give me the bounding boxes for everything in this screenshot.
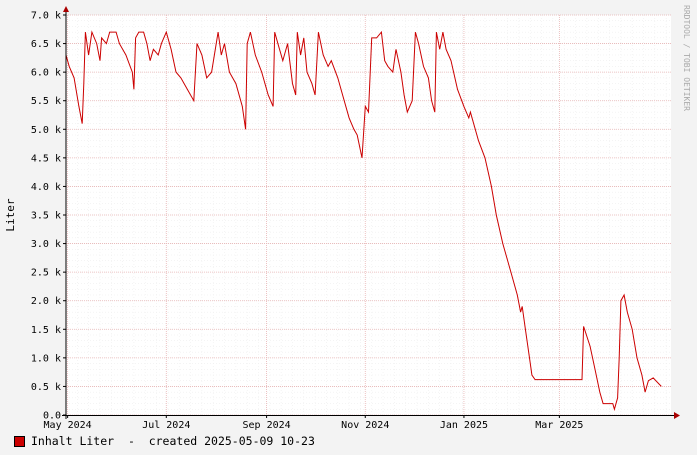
y-tick-label: 1.0 k xyxy=(31,353,61,364)
y-tick-label: 4.0 k xyxy=(31,182,61,193)
y-tick-label: 3.5 k xyxy=(31,211,61,222)
x-axis-arrow xyxy=(674,412,680,419)
legend: Inhalt Liter - created 2025-05-09 10-23 xyxy=(14,434,315,448)
x-tick-label: Nov 2024 xyxy=(341,420,389,431)
y-axis-label: Liter xyxy=(4,198,17,231)
y-tick-label: 7.0 k xyxy=(31,11,61,22)
legend-series-label: Inhalt Liter xyxy=(31,434,115,448)
y-axis-ticks: 0.00.5 k1.0 k1.5 k2.0 k2.5 k3.0 k3.5 k4.… xyxy=(31,11,66,422)
legend-swatch xyxy=(14,435,25,447)
y-tick-label: 3.0 k xyxy=(31,239,61,250)
y-tick-label: 0.5 k xyxy=(31,382,61,393)
y-tick-label: 2.0 k xyxy=(31,296,61,307)
x-tick-label: Jul 2024 xyxy=(142,420,190,431)
x-tick-label: Sep 2024 xyxy=(243,420,291,431)
y-tick-label: 4.5 k xyxy=(31,153,61,164)
x-tick-label: Jan 2025 xyxy=(440,420,488,431)
line-chart: 0.00.5 k1.0 k1.5 k2.0 k2.5 k3.0 k3.5 k4.… xyxy=(4,5,691,431)
y-tick-label: 5.0 k xyxy=(31,125,61,136)
y-tick-label: 6.5 k xyxy=(31,39,61,50)
watermark-text: RRDTOOL / TOBI OETIKER xyxy=(682,5,691,111)
y-axis-arrow xyxy=(63,6,69,12)
y-tick-label: 6.0 k xyxy=(31,68,61,79)
x-tick-label: Mar 2025 xyxy=(535,420,583,431)
y-tick-label: 5.5 k xyxy=(31,96,61,107)
legend-created-text: - created 2025-05-09 10-23 xyxy=(114,434,315,448)
x-tick-label: May 2024 xyxy=(44,420,92,431)
y-tick-label: 1.5 k xyxy=(31,325,61,336)
x-axis-ticks: May 2024 Jul 2024 Sep 2024 Nov 2024 Jan 2025… xyxy=(44,415,583,431)
y-tick-label: 2.5 k xyxy=(31,268,61,279)
